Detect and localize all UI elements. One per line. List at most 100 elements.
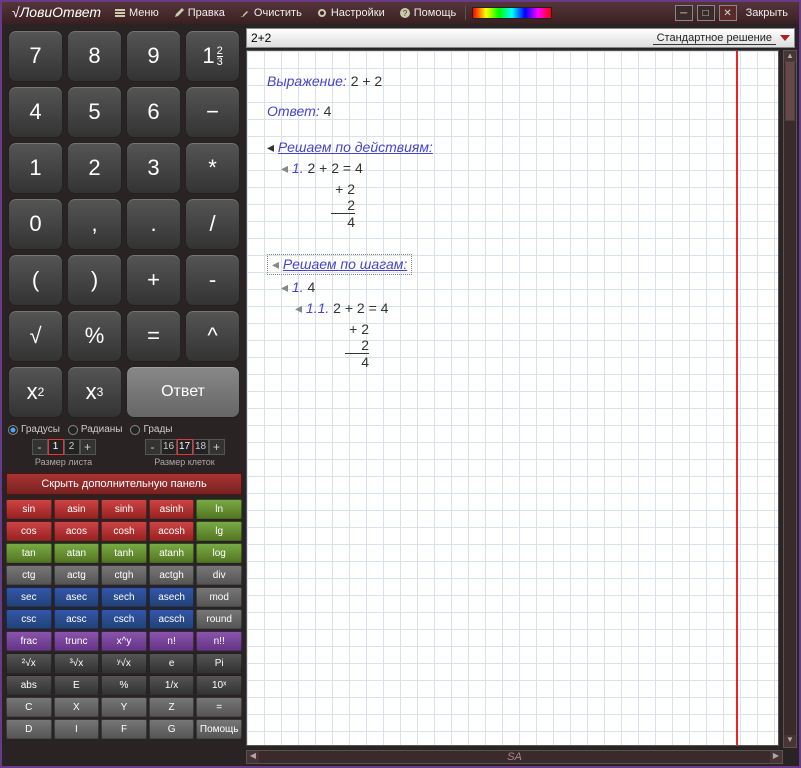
fn-D[interactable]: D [6, 719, 52, 739]
fn-acos[interactable]: acos [54, 521, 100, 541]
key-2[interactable]: 2 [67, 142, 122, 194]
fn-G[interactable]: G [149, 719, 195, 739]
fn-atanh[interactable]: atanh [149, 543, 195, 563]
key-percent[interactable]: % [67, 310, 122, 362]
fn-ln[interactable]: ln [196, 499, 242, 519]
fn-abs[interactable]: abs [6, 675, 52, 695]
menu-button[interactable]: Меню [108, 4, 165, 22]
fn-ctg[interactable]: ctg [6, 565, 52, 585]
fn-tan[interactable]: tan [6, 543, 52, 563]
key-fraction[interactable]: 123 [185, 30, 240, 82]
key-answer[interactable]: Ответ [126, 366, 240, 418]
key-lparen[interactable]: ( [8, 254, 63, 306]
maximize-button[interactable]: □ [697, 5, 715, 21]
settings-button[interactable]: Настройки [310, 4, 391, 22]
horizontal-scrollbar[interactable]: ◀ SA ▶ [246, 750, 783, 764]
fn-10[interactable]: 10ˣ [196, 675, 242, 695]
fn-sec[interactable]: sec [6, 587, 52, 607]
fn-tanh[interactable]: tanh [101, 543, 147, 563]
fn-x[interactable]: ³√x [54, 653, 100, 673]
key-rparen[interactable]: ) [67, 254, 122, 306]
close-window-button[interactable]: ✕ [719, 5, 737, 21]
fn-log[interactable]: log [196, 543, 242, 563]
fn-n[interactable]: n!! [196, 631, 242, 651]
fn-asin[interactable]: asin [54, 499, 100, 519]
color-spectrum[interactable] [472, 7, 552, 19]
fn-div[interactable]: div [196, 565, 242, 585]
dropdown-arrow-icon[interactable] [780, 35, 790, 41]
fn-[interactable]: = [196, 697, 242, 717]
fn-Pi[interactable]: Pi [196, 653, 242, 673]
sheet-size-val-2[interactable]: 2 [64, 439, 80, 455]
fn-n[interactable]: n! [149, 631, 195, 651]
fn-actg[interactable]: actg [54, 565, 100, 585]
fn-trunc[interactable]: trunc [54, 631, 100, 651]
fn-atan[interactable]: atan [54, 543, 100, 563]
fn-cos[interactable]: cos [6, 521, 52, 541]
key-neg[interactable]: - [185, 254, 240, 306]
scroll-right-icon[interactable]: ▶ [770, 751, 782, 763]
sheet-size-plus[interactable]: + [80, 439, 96, 455]
fn-ctgh[interactable]: ctgh [101, 565, 147, 585]
angle-grad[interactable]: Грады [130, 424, 172, 435]
fn-frac[interactable]: frac [6, 631, 52, 651]
key-x3[interactable]: x3 [67, 366, 122, 418]
key-7[interactable]: 7 [8, 30, 63, 82]
cell-size-minus[interactable]: - [145, 439, 161, 455]
fn-C[interactable]: C [6, 697, 52, 717]
sheet-size-val-1[interactable]: 1 [48, 439, 64, 455]
key-8[interactable]: 8 [67, 30, 122, 82]
key-sqrt[interactable]: √ [8, 310, 63, 362]
help-button[interactable]: ?Помощь [393, 4, 463, 22]
fn-asec[interactable]: asec [54, 587, 100, 607]
key-x2[interactable]: x2 [8, 366, 63, 418]
fn-csc[interactable]: csc [6, 609, 52, 629]
key-6[interactable]: 6 [126, 86, 181, 138]
fn-xy[interactable]: x^y [101, 631, 147, 651]
key-power[interactable]: ^ [185, 310, 240, 362]
key-comma[interactable]: , [67, 198, 122, 250]
fn-e[interactable]: e [149, 653, 195, 673]
key-3[interactable]: 3 [126, 142, 181, 194]
key-minus[interactable]: − [185, 86, 240, 138]
scroll-thumb[interactable] [785, 61, 795, 121]
fn-Y[interactable]: Y [101, 697, 147, 717]
fn-[interactable]: % [101, 675, 147, 695]
fn-acsc[interactable]: acsc [54, 609, 100, 629]
key-9[interactable]: 9 [126, 30, 181, 82]
fn-sech[interactable]: sech [101, 587, 147, 607]
fn-actgh[interactable]: actgh [149, 565, 195, 585]
vertical-scrollbar[interactable]: ▲ ▼ [783, 50, 797, 748]
scroll-down-icon[interactable]: ▼ [784, 735, 796, 747]
solution-mode-dropdown[interactable]: Стандартное решение [653, 32, 776, 45]
fn-acosh[interactable]: acosh [149, 521, 195, 541]
fn-X[interactable]: X [54, 697, 100, 717]
cell-size-val-17[interactable]: 17 [177, 439, 193, 455]
sheet-size-minus[interactable]: - [32, 439, 48, 455]
cell-size-plus[interactable]: + [209, 439, 225, 455]
fn-x[interactable]: ²√x [6, 653, 52, 673]
key-dot[interactable]: . [126, 198, 181, 250]
fn-acsch[interactable]: acsch [149, 609, 195, 629]
fn-round[interactable]: round [196, 609, 242, 629]
worksheet[interactable]: Выражение: 2 + 2 Ответ: 4 ◂ Решаем по де… [246, 50, 779, 746]
fn-asinh[interactable]: asinh [149, 499, 195, 519]
fn-x[interactable]: ʸ√x [101, 653, 147, 673]
minimize-button[interactable]: ─ [675, 5, 693, 21]
key-plus[interactable]: + [126, 254, 181, 306]
scroll-left-icon[interactable]: ◀ [247, 751, 259, 763]
fn-csch[interactable]: csch [101, 609, 147, 629]
angle-deg[interactable]: Градусы [8, 424, 60, 435]
key-1[interactable]: 1 [8, 142, 63, 194]
fn-sinh[interactable]: sinh [101, 499, 147, 519]
fn-F[interactable]: F [101, 719, 147, 739]
close-text-button[interactable]: Закрыть [740, 4, 794, 22]
formula-input[interactable]: 2+2 [251, 31, 653, 45]
hide-extra-panel-button[interactable]: Скрыть дополнительную панель [6, 473, 242, 495]
fn-Z[interactable]: Z [149, 697, 195, 717]
key-4[interactable]: 4 [8, 86, 63, 138]
angle-rad[interactable]: Радианы [68, 424, 123, 435]
key-0[interactable]: 0 [8, 198, 63, 250]
fn-lg[interactable]: lg [196, 521, 242, 541]
cell-size-val-18[interactable]: 18 [193, 439, 209, 455]
